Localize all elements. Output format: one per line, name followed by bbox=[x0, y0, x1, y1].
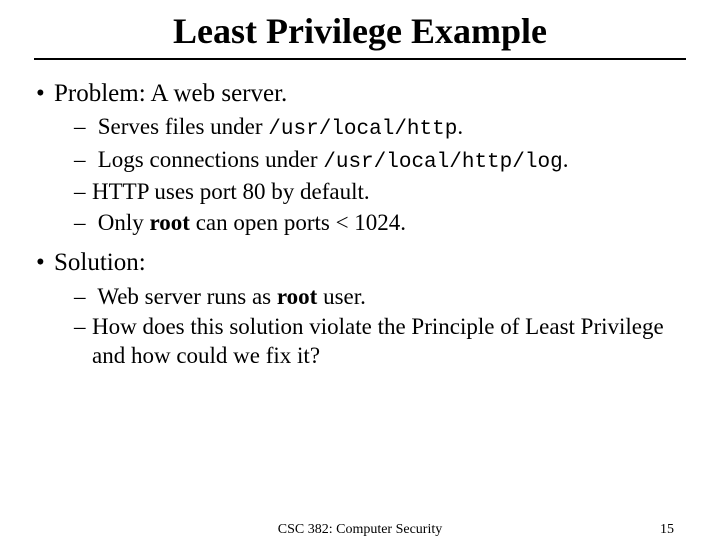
sub-bullet: Serves files under /usr/local/http. bbox=[74, 113, 684, 143]
sub-bullet: Only root can open ports < 1024. bbox=[74, 209, 684, 238]
sub-bullet: How does this solution violate the Princ… bbox=[74, 313, 684, 371]
bullet-solution: Solution: bbox=[36, 247, 684, 278]
title-underline bbox=[34, 58, 686, 60]
text: Only bbox=[98, 210, 150, 235]
text: . bbox=[563, 147, 569, 172]
sub-bullet: HTTP uses port 80 by default. bbox=[74, 178, 684, 207]
slide: Least Privilege Example Problem: A web s… bbox=[0, 0, 720, 540]
text: Logs connections under bbox=[98, 147, 323, 172]
text: Web server runs as bbox=[97, 284, 277, 309]
bold-root: root bbox=[150, 210, 190, 235]
text: user. bbox=[317, 284, 366, 309]
text: . bbox=[457, 114, 463, 139]
code-path: /usr/local/http bbox=[268, 118, 457, 141]
footer-course: CSC 382: Computer Security bbox=[0, 522, 720, 538]
text: can open ports < 1024. bbox=[190, 210, 406, 235]
slide-title: Least Privilege Example bbox=[60, 0, 660, 52]
sub-bullet: Web server runs as root user. bbox=[74, 283, 684, 312]
code-path: /usr/local/http/log bbox=[323, 151, 562, 174]
sub-bullet: Logs connections under /usr/local/http/l… bbox=[74, 146, 684, 176]
bullet-problem: Problem: A web server. bbox=[36, 78, 684, 109]
text: Serves files under bbox=[98, 114, 269, 139]
slide-number: 15 bbox=[660, 522, 674, 538]
slide-body: Problem: A web server. Serves files unde… bbox=[36, 78, 684, 371]
bold-root: root bbox=[277, 284, 317, 309]
